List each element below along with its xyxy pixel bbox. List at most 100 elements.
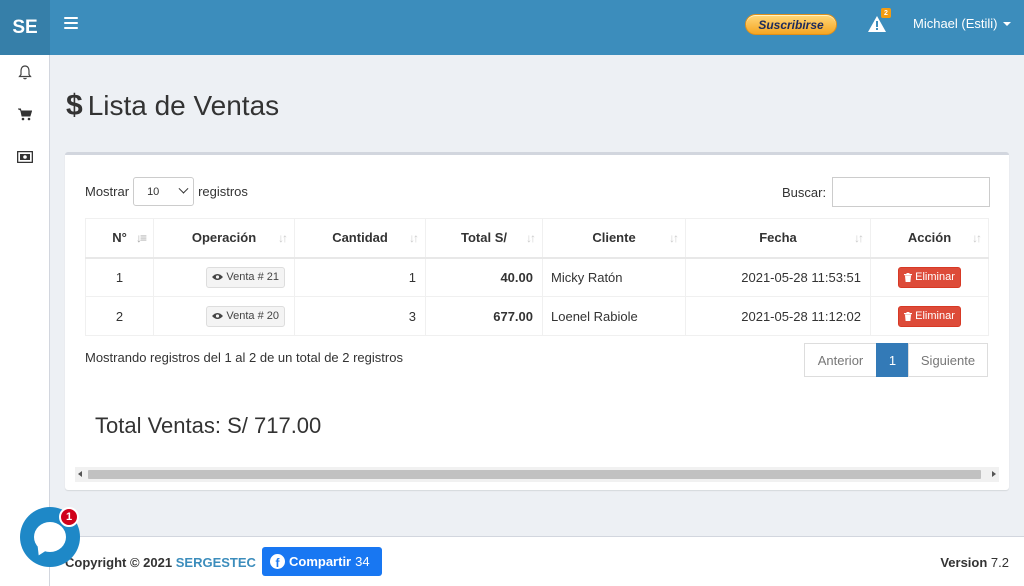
sort-icon: ↓↑	[854, 231, 864, 245]
pagination-next[interactable]: Siguiente	[908, 343, 988, 377]
bell-icon	[18, 64, 32, 79]
footer: Copyright © 2021 SERGESTEC f Compartir 3…	[50, 536, 1024, 586]
sales-table: N° ↓≡ Operación ↓↑ Cantidad ↓↑ Total S/ …	[85, 218, 989, 336]
delete-label: Eliminar	[915, 271, 955, 284]
trash-icon	[904, 311, 913, 321]
column-header-label: Operación	[191, 230, 257, 246]
cell-number: 2	[85, 296, 154, 336]
column-header-label: Fecha	[759, 230, 797, 246]
table-row: 1 Venta # 21 1 40.00 Micky Ratón 2021-05…	[85, 257, 989, 297]
page-length-select[interactable]: 10	[133, 177, 195, 206]
copyright-text: Copyright © 2021	[65, 555, 173, 570]
column-header-label: N°	[112, 230, 127, 246]
pagination-page-1[interactable]: 1	[876, 343, 909, 377]
notification-badge: 2	[881, 8, 891, 18]
chevron-down-icon	[178, 183, 189, 194]
sort-icon: ↓↑	[972, 231, 982, 245]
sort-icon: ↓↑	[526, 231, 536, 245]
version-label: Version	[940, 555, 988, 570]
cell-number: 1	[85, 257, 154, 297]
notifications-button[interactable]: 2	[866, 8, 891, 35]
facebook-icon: f	[270, 554, 285, 569]
sales-list-box: Mostrar 10 registros Buscar: N° ↓≡ Opera…	[65, 152, 1009, 490]
cell-quantity: 3	[294, 296, 426, 336]
eye-icon	[212, 274, 224, 281]
share-label: Compartir	[289, 554, 352, 569]
table-info: Mostrando registros del 1 al 2 de un tot…	[85, 350, 403, 365]
user-menu[interactable]: Michael (Estili)	[913, 16, 1011, 31]
view-sale-button[interactable]: Venta # 21	[206, 266, 285, 288]
column-header-operation[interactable]: Operación ↓↑	[153, 218, 295, 259]
copyright: Copyright © 2021 SERGESTEC	[65, 555, 256, 570]
cell-total: 677.00	[425, 296, 543, 336]
sidebar	[0, 55, 50, 586]
show-label: Mostrar	[85, 184, 130, 199]
cell-client: Loenel Rabiole	[542, 296, 686, 336]
column-header-total[interactable]: Total S/ ↓↑	[425, 218, 543, 259]
column-header-label: Acción	[907, 230, 952, 246]
cell-action: Eliminar	[870, 296, 989, 336]
view-sale-button[interactable]: Venta # 20	[206, 305, 285, 327]
sort-asc-icon: ↓≡	[135, 231, 147, 245]
sort-icon: ↓↑	[409, 231, 419, 245]
column-header-client[interactable]: Cliente ↓↑	[542, 218, 686, 259]
subscribe-button[interactable]: Suscribirse	[745, 14, 837, 35]
records-label: registros	[198, 184, 248, 199]
search-control: Buscar:	[782, 177, 991, 207]
column-header-number[interactable]: N° ↓≡	[85, 218, 154, 259]
cell-total: 40.00	[425, 257, 543, 297]
cell-operation: Venta # 21	[153, 257, 295, 297]
cell-client: Micky Ratón	[542, 257, 686, 297]
delete-label: Eliminar	[915, 310, 955, 322]
money-bill-icon	[17, 151, 33, 163]
sidebar-item-sales[interactable]	[13, 102, 37, 126]
delete-button[interactable]: Eliminar	[898, 305, 961, 327]
shopping-cart-icon	[18, 108, 32, 120]
dollar-icon: $	[66, 89, 83, 122]
version-number: 7.2	[990, 555, 1009, 570]
trash-icon	[904, 272, 913, 282]
delete-button[interactable]: Eliminar	[898, 266, 961, 288]
cell-quantity: 1	[294, 257, 426, 297]
caret-down-icon	[1002, 21, 1011, 26]
pagination-previous[interactable]: Anterior	[804, 343, 877, 377]
horizontal-scrollbar[interactable]	[75, 467, 999, 482]
brand-logo[interactable]: SE	[0, 0, 50, 55]
total-sales: Total Ventas: S/ 717.00	[95, 413, 322, 438]
sidebar-item-notifications[interactable]	[13, 60, 37, 84]
top-navbar: SE Suscribirse 2 Michael (Estili)	[0, 0, 1024, 55]
company-link[interactable]: SERGESTEC	[176, 555, 256, 570]
search-input[interactable]	[832, 177, 991, 207]
page-title: $ Lista de Ventas	[66, 89, 279, 123]
view-sale-label: Venta # 20	[226, 310, 279, 322]
cell-date: 2021-05-28 11:12:02	[685, 296, 871, 336]
search-label: Buscar:	[782, 184, 827, 200]
page-length-value: 10	[147, 185, 160, 198]
column-header-label: Total S/	[461, 230, 507, 246]
scrollbar-thumb[interactable]	[88, 470, 981, 479]
scroll-left-icon[interactable]	[78, 471, 82, 477]
pagination: Anterior 1 Siguiente	[804, 343, 988, 377]
user-name: Michael (Estili)	[913, 16, 998, 31]
page-title-text: Lista de Ventas	[87, 90, 280, 121]
facebook-share-button[interactable]: f Compartir 34	[262, 547, 382, 576]
page-length-control: Mostrar 10 registros	[85, 177, 248, 206]
view-sale-label: Venta # 21	[226, 271, 279, 284]
cell-action: Eliminar	[870, 257, 989, 297]
column-header-label: Cliente	[592, 230, 636, 246]
cell-date: 2021-05-28 11:53:51	[685, 257, 871, 297]
table-row: 2 Venta # 20 3 677.00 Loenel Rabiole 202…	[85, 296, 989, 336]
sort-icon: ↓↑	[669, 231, 679, 245]
chat-unread-badge: 1	[59, 507, 79, 527]
sidebar-item-payments[interactable]	[13, 145, 37, 169]
chat-bubble-icon	[34, 522, 66, 552]
cell-operation: Venta # 20	[153, 296, 295, 336]
column-header-quantity[interactable]: Cantidad ↓↑	[294, 218, 426, 259]
sort-icon: ↓↑	[278, 231, 288, 245]
column-header-date[interactable]: Fecha ↓↑	[685, 218, 871, 259]
version-info: Version 7.2	[940, 555, 1009, 570]
column-header-action[interactable]: Acción ↓↑	[870, 218, 989, 259]
sidebar-toggle-icon[interactable]	[64, 17, 78, 29]
warning-icon	[868, 16, 886, 32]
scroll-right-icon[interactable]	[992, 471, 996, 477]
